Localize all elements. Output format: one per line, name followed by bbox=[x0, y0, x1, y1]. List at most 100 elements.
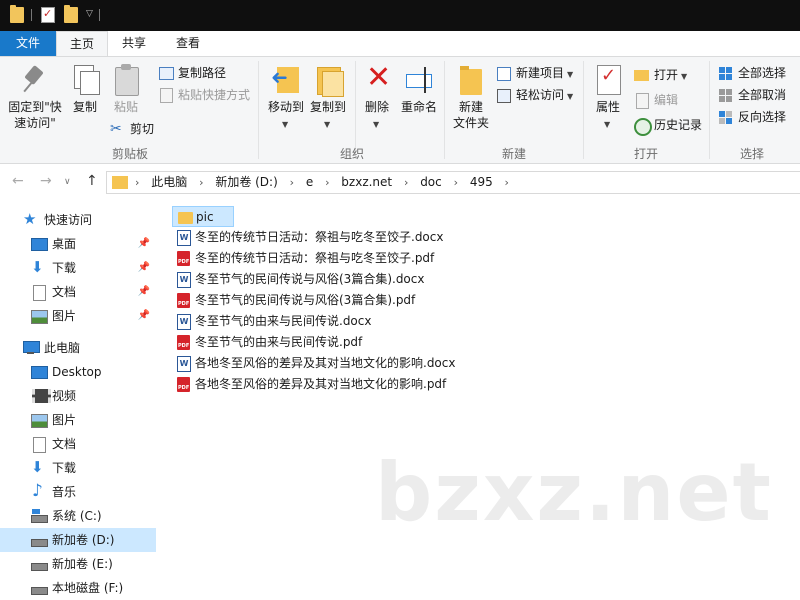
delete-button[interactable]: 删除 ▼ bbox=[360, 61, 394, 129]
group-label-clipboard: 剪贴板 bbox=[111, 147, 148, 161]
word-document-icon bbox=[177, 230, 191, 246]
select-all-button[interactable]: 全部选择 bbox=[718, 63, 786, 83]
group-label-select: 选择 bbox=[739, 147, 764, 161]
nav-label: 桌面 bbox=[52, 237, 77, 251]
new-item-button[interactable]: 新建项目 ▼ bbox=[496, 63, 573, 83]
new-folder-label-line2: 文件夹 bbox=[452, 116, 489, 130]
breadcrumb-chevron-icon[interactable]: › bbox=[133, 172, 141, 193]
drive-icon bbox=[31, 581, 48, 595]
pin-label-line1: 固定到"快 bbox=[8, 100, 62, 114]
folder-icon bbox=[178, 210, 193, 225]
nav-item-desktop[interactable]: 桌面 📌 bbox=[0, 232, 156, 256]
breadcrumb-item[interactable]: 495 bbox=[464, 172, 499, 193]
nav-item-pc-desktop[interactable]: Desktop bbox=[0, 360, 156, 384]
toolbar-separator bbox=[99, 9, 100, 21]
tab-view[interactable]: 查看 bbox=[160, 31, 216, 56]
breadcrumb-chevron-icon[interactable]: › bbox=[288, 172, 296, 193]
address-bar[interactable]: › 此电脑 › 新加卷 (D:) › e › bzxz.net › doc › … bbox=[106, 171, 800, 194]
list-item[interactable]: 冬至节气的由来与民间传说.docx bbox=[172, 311, 371, 332]
new-folder-icon[interactable] bbox=[64, 5, 78, 23]
move-to-button[interactable]: 移动到 ▼ bbox=[264, 63, 308, 129]
chevron-down-icon[interactable]: ▽ bbox=[86, 9, 93, 19]
pin-to-quick-access-button[interactable]: 固定到"快 速访问" bbox=[4, 63, 66, 131]
watermark: bzxz.net bbox=[375, 446, 773, 539]
pin-icon[interactable]: 📌 bbox=[138, 256, 150, 280]
breadcrumb-chevron-icon[interactable]: › bbox=[323, 172, 331, 193]
properties-icon[interactable] bbox=[41, 7, 55, 23]
breadcrumb-item[interactable]: e bbox=[300, 172, 319, 193]
group-separator bbox=[709, 61, 710, 159]
list-item[interactable]: pic bbox=[172, 206, 234, 227]
cut-button[interactable]: 剪切 bbox=[110, 119, 154, 139]
recent-locations-chevron-icon[interactable]: ∨ bbox=[64, 177, 71, 187]
copy-button[interactable]: 复制 bbox=[68, 63, 102, 115]
breadcrumb-chevron-icon[interactable]: › bbox=[452, 172, 460, 193]
nav-label: 新加卷 (D:) bbox=[52, 533, 115, 547]
breadcrumb-item[interactable]: 此电脑 bbox=[145, 172, 193, 193]
breadcrumb-item[interactable]: bzxz.net bbox=[335, 172, 398, 193]
open-button[interactable]: 打开 ▼ bbox=[634, 65, 687, 85]
pin-icon[interactable]: 📌 bbox=[138, 304, 150, 328]
nav-item-pictures[interactable]: 图片 📌 bbox=[0, 304, 156, 328]
list-item[interactable]: 各地冬至风俗的差异及其对当地文化的影响.docx bbox=[172, 353, 455, 374]
file-name: 冬至的传统节日活动：祭祖与吃冬至饺子.docx bbox=[195, 230, 444, 244]
pin-icon[interactable]: 📌 bbox=[138, 232, 150, 256]
file-name: 冬至节气的民间传说与风俗(3篇合集).pdf bbox=[195, 293, 416, 307]
breadcrumb-chevron-icon[interactable]: › bbox=[402, 172, 410, 193]
paste-shortcut-label: 粘贴快捷方式 bbox=[178, 88, 251, 102]
nav-item-pc-documents[interactable]: 文档 bbox=[0, 432, 156, 456]
pdf-icon bbox=[177, 251, 191, 266]
list-item[interactable]: 冬至节气的民间传说与风俗(3篇合集).pdf bbox=[172, 290, 415, 311]
nav-item-videos[interactable]: 视频 bbox=[0, 384, 156, 408]
forward-arrow-icon[interactable]: → bbox=[40, 173, 52, 189]
new-folder-button[interactable]: 新建 文件夹 bbox=[450, 63, 492, 131]
nav-label: 音乐 bbox=[52, 485, 77, 499]
copy-to-button[interactable]: 复制到 ▼ bbox=[306, 63, 350, 129]
nav-this-pc[interactable]: 此电脑 bbox=[0, 336, 156, 360]
copy-path-button[interactable]: 复制路径 bbox=[158, 63, 226, 83]
list-item[interactable]: 冬至的传统节日活动：祭祖与吃冬至饺子.pdf bbox=[172, 248, 434, 269]
group-label-organize: 组织 bbox=[339, 147, 364, 161]
list-item[interactable]: 冬至的传统节日活动：祭祖与吃冬至饺子.docx bbox=[172, 227, 443, 248]
copy-path-label: 复制路径 bbox=[178, 66, 227, 80]
tab-file[interactable]: 文件 bbox=[0, 31, 56, 56]
file-name: 各地冬至风俗的差异及其对当地文化的影响.pdf bbox=[195, 377, 447, 391]
invert-selection-button[interactable]: 反向选择 bbox=[718, 107, 786, 127]
edit-button[interactable]: 编辑 bbox=[634, 90, 678, 110]
rename-icon bbox=[404, 63, 434, 95]
breadcrumb: › 此电脑 › 新加卷 (D:) › e › bzxz.net › doc › … bbox=[133, 172, 511, 193]
nav-item-drive-d[interactable]: 新加卷 (D:) bbox=[0, 528, 156, 552]
drive-icon bbox=[31, 557, 48, 571]
nav-item-downloads[interactable]: 下载 📌 bbox=[0, 255, 156, 280]
breadcrumb-item[interactable]: 新加卷 (D:) bbox=[209, 172, 283, 193]
rename-button[interactable]: 重命名 bbox=[398, 63, 440, 115]
nav-quick-access[interactable]: 快速访问 bbox=[0, 207, 156, 232]
nav-item-pc-downloads[interactable]: 下载 bbox=[0, 455, 156, 480]
nav-item-drive-c[interactable]: 系统 (C:) bbox=[0, 504, 156, 528]
up-arrow-icon[interactable]: ↑ bbox=[86, 173, 98, 189]
nav-item-pc-pictures[interactable]: 图片 bbox=[0, 408, 156, 432]
nav-item-drive-f[interactable]: 本地磁盘 (F:) bbox=[0, 576, 156, 600]
properties-button[interactable]: 属性 ▼ bbox=[590, 63, 626, 129]
move-to-label: 移动到 bbox=[267, 100, 304, 114]
edit-label: 编辑 bbox=[654, 93, 679, 107]
breadcrumb-item[interactable]: doc bbox=[414, 172, 448, 193]
paste-button[interactable]: 粘贴 bbox=[108, 63, 144, 115]
pin-icon[interactable]: 📌 bbox=[138, 280, 150, 304]
history-button[interactable]: 历史记录 bbox=[634, 115, 702, 136]
paste-shortcut-button[interactable]: 粘贴快捷方式 bbox=[158, 85, 250, 105]
nav-item-documents[interactable]: 文档 📌 bbox=[0, 280, 156, 304]
breadcrumb-chevron-icon[interactable]: › bbox=[503, 172, 511, 193]
nav-item-drive-e[interactable]: 新加卷 (E:) bbox=[0, 552, 156, 576]
breadcrumb-chevron-icon[interactable]: › bbox=[197, 172, 205, 193]
tab-home[interactable]: 主页 bbox=[56, 31, 108, 56]
select-none-button[interactable]: 全部取消 bbox=[718, 85, 786, 105]
list-item[interactable]: 冬至节气的民间传说与风俗(3篇合集).docx bbox=[172, 269, 424, 290]
nav-item-music[interactable]: 音乐 bbox=[0, 479, 156, 504]
easy-access-button[interactable]: 轻松访问 ▼ bbox=[496, 85, 573, 105]
list-item[interactable]: 冬至节气的由来与民间传说.pdf bbox=[172, 332, 362, 353]
tab-share[interactable]: 共享 bbox=[108, 31, 160, 56]
list-item[interactable]: 各地冬至风俗的差异及其对当地文化的影响.pdf bbox=[172, 374, 446, 395]
back-arrow-icon[interactable]: ← bbox=[12, 173, 24, 189]
music-icon bbox=[31, 479, 46, 503]
